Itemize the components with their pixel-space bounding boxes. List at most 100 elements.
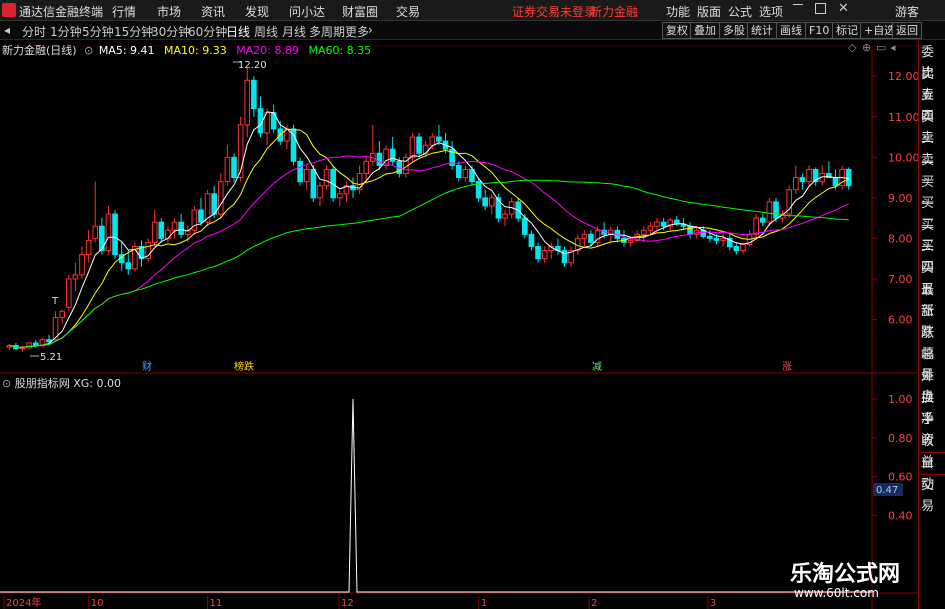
- candle-body: [92, 225, 99, 239]
- menu-item-wealth[interactable]: 财富圈: [342, 3, 378, 20]
- t-marker: T: [51, 296, 59, 307]
- candle-body: [151, 221, 158, 243]
- date-label: 1: [481, 598, 487, 609]
- side-panel-item[interactable]: 交易: [921, 474, 945, 517]
- price-tick-label: 11.00: [888, 111, 918, 124]
- indicator-tick-label: 0.40: [888, 509, 913, 522]
- candle-body: [502, 213, 508, 219]
- candle-body: [832, 177, 839, 187]
- candle-body: [429, 136, 436, 146]
- app-logo-icon: [2, 3, 16, 17]
- period-monthly[interactable]: 月线: [282, 23, 306, 40]
- indicator-series: [0, 398, 872, 593]
- candle-body: [535, 245, 541, 260]
- menu-item-formula[interactable]: 公式: [728, 3, 752, 20]
- price-axis: 12.00 11.00 10.00 9.00 8.00 7.00 6.00: [872, 70, 918, 326]
- menu-item-news[interactable]: 资讯: [201, 3, 225, 20]
- candle-body: [416, 136, 422, 154]
- btn-back[interactable]: 返回: [892, 22, 922, 39]
- candle-body: [224, 156, 231, 183]
- kline-chart-area[interactable]: 12.00 11.00 10.00 9.00 8.00 7.00 6.00 1.00 0.80…: [0, 40, 918, 609]
- btn-statistics[interactable]: 统计: [747, 22, 777, 39]
- btn-f10[interactable]: F10: [805, 22, 834, 39]
- candle-body: [687, 225, 693, 235]
- period-daily[interactable]: 日线: [226, 23, 250, 40]
- candle-body: [660, 221, 667, 227]
- zoom-icon[interactable]: ⊕: [862, 41, 871, 54]
- trade-login-warning[interactable]: 证券交易未登录: [512, 3, 596, 20]
- guest-label[interactable]: 游客: [895, 3, 919, 20]
- candle-body: [112, 213, 118, 256]
- indicator-settings-icon[interactable]: ⊙: [2, 377, 11, 390]
- candlestick-series: [6, 68, 852, 352]
- window-icon[interactable]: ▭: [876, 41, 886, 54]
- period-15min[interactable]: 15分钟: [114, 23, 153, 40]
- candle-body: [26, 342, 32, 349]
- maximize-icon[interactable]: [815, 3, 826, 14]
- diamond-icon[interactable]: ◇: [848, 41, 856, 54]
- menu-item-quotes[interactable]: 行情: [112, 3, 136, 20]
- period-30min[interactable]: 30分钟: [151, 23, 190, 40]
- menu-item-trade[interactable]: 交易: [396, 3, 420, 20]
- period-weekly[interactable]: 周线: [254, 23, 278, 40]
- date-label: 2: [591, 598, 597, 609]
- btn-drawline[interactable]: 画线: [776, 22, 806, 39]
- btn-overlay[interactable]: 叠加: [690, 22, 720, 39]
- menu-item-layout[interactable]: 版面: [697, 3, 721, 20]
- btn-adjust[interactable]: 复权: [662, 22, 692, 39]
- candle-body: [640, 229, 647, 235]
- menu-item-function[interactable]: 功能: [666, 3, 690, 20]
- candle-body: [231, 156, 237, 179]
- collapse-right-icon[interactable]: ◂: [890, 41, 896, 54]
- candle-body: [541, 250, 548, 260]
- candle-body: [85, 239, 92, 256]
- event-marker-list[interactable]: 榜跌: [234, 360, 254, 373]
- ma10-label: MA10: 9.33: [164, 44, 227, 57]
- period-1min[interactable]: 1分钟: [50, 23, 82, 40]
- event-marker-rise[interactable]: 涨: [782, 361, 792, 373]
- candle-body: [488, 197, 495, 207]
- period-toolbar: ◂ 分时 1分钟 5分钟 15分钟 30分钟 60分钟 日线 周线 月线 多周期…: [0, 21, 945, 40]
- watermark-title: 乐淘公式网: [790, 562, 901, 587]
- menu-item-market[interactable]: 市场: [157, 3, 181, 20]
- period-multi[interactable]: 多周期: [309, 23, 345, 40]
- candle-body: [759, 217, 766, 223]
- close-icon[interactable]: ✕: [838, 1, 849, 16]
- candle-body: [528, 233, 535, 247]
- period-60min[interactable]: 60分钟: [188, 23, 227, 40]
- ma20-label: MA20: 8.89: [236, 44, 299, 57]
- candle-body: [363, 160, 370, 175]
- date-label: 11: [210, 598, 223, 609]
- candle-body: [627, 239, 634, 243]
- event-marker-reduce[interactable]: 减: [592, 361, 602, 373]
- candle-body: [65, 278, 72, 308]
- candle-body: [125, 262, 132, 270]
- date-label: 2024年: [6, 596, 41, 609]
- candle-body: [409, 136, 416, 158]
- btn-mark[interactable]: 标记: [832, 22, 862, 39]
- candle-body: [740, 243, 746, 252]
- candle-body: [303, 168, 310, 183]
- event-marker-finance[interactable]: 财: [142, 360, 152, 373]
- menu-item-discover[interactable]: 发现: [245, 3, 269, 20]
- candle-body: [217, 181, 224, 215]
- chart-settings-icon[interactable]: ⊙: [84, 44, 93, 57]
- minimize-icon[interactable]: [793, 4, 803, 5]
- high-price-label: 12.20: [238, 60, 267, 71]
- candle-body: [845, 168, 852, 187]
- menu-item-options[interactable]: 选项: [759, 3, 783, 20]
- collapse-icon[interactable]: ◂: [4, 23, 10, 37]
- candle-body: [522, 217, 528, 235]
- period-intraday[interactable]: 分时: [22, 23, 46, 40]
- candle-body: [251, 79, 257, 110]
- indicator-title: 股朋指标网 XG: 0.00: [14, 377, 121, 390]
- watermark-url: www.60lt.com: [794, 586, 879, 600]
- period-5min[interactable]: 5分钟: [82, 23, 114, 40]
- date-label: 3: [710, 598, 716, 609]
- candle-body: [244, 79, 251, 126]
- btn-multi-stock[interactable]: 多股: [719, 22, 749, 39]
- menu-item-ask[interactable]: 问小达: [289, 3, 325, 20]
- period-more[interactable]: 更多: [345, 23, 369, 40]
- indicator-header: ⊙ 股朋指标网 XG: 0.00: [2, 375, 121, 391]
- chevron-right-icon[interactable]: ›: [368, 23, 373, 37]
